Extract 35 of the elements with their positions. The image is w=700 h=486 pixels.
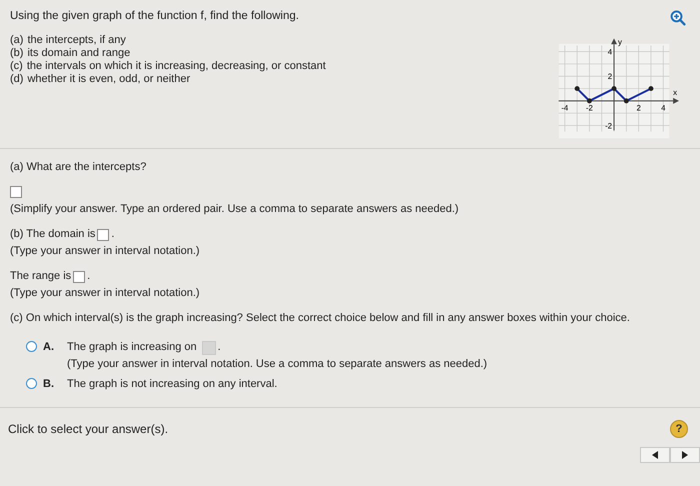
question-text: (b) The domain is xyxy=(10,227,96,242)
part-letter: (a) xyxy=(10,34,24,47)
choice-letter: A. xyxy=(43,340,55,355)
period-text: . xyxy=(218,340,221,355)
part-letter: (b) xyxy=(10,47,24,60)
tick-label: 2 xyxy=(636,103,641,112)
hint-text: (Simplify your answer. Type an ordered pair. Use a comma to separate answers as needed.) xyxy=(10,202,460,217)
part-letter: (d) xyxy=(10,73,24,86)
hint-text: (Type your answer in interval notation.) xyxy=(10,286,201,301)
instruction-text: Click to select your answer(s). xyxy=(8,422,168,436)
choice-letter: B. xyxy=(43,377,55,392)
hint-text: (Type your answer in interval notation. Use a comma to separate answers as needed.) xyxy=(67,357,488,372)
tick-label: 2 xyxy=(608,72,612,81)
choice-text: The graph is increasing on xyxy=(67,340,197,355)
axis-label: y xyxy=(618,37,622,46)
tick-label: 4 xyxy=(608,47,612,56)
choice-text: The graph is not increasing on any interval. xyxy=(67,377,278,392)
question-text: The range is xyxy=(10,269,72,284)
part-text: the intercepts, if any xyxy=(27,34,126,47)
question-text: (a) What are the intercepts? xyxy=(10,160,148,175)
help-button[interactable]: ? xyxy=(670,420,688,438)
period-text: . xyxy=(87,269,90,284)
part-text: the intervals on which it is increasing, decreasing, or constant xyxy=(26,60,326,73)
tick-label: 4 xyxy=(661,103,666,112)
period-text: . xyxy=(111,227,114,242)
part-letter: (c) xyxy=(10,60,23,73)
tick-label: -2 xyxy=(605,121,612,130)
tick-label: -2 xyxy=(586,103,593,112)
tick-label: -4 xyxy=(561,103,568,112)
part-text: its domain and range xyxy=(27,47,130,60)
question-text: (c) On which interval(s) is the graph increasing? Select the correct choice below and fill in any answer boxes within your choice. xyxy=(10,311,631,326)
part-text: whether it is even, odd, or neither xyxy=(27,73,190,86)
hint-text: (Type your answer in interval notation.) xyxy=(10,244,201,259)
question-prompt: Using the given graph of the function f, find the following. xyxy=(10,10,300,22)
axis-label: x xyxy=(673,88,678,97)
